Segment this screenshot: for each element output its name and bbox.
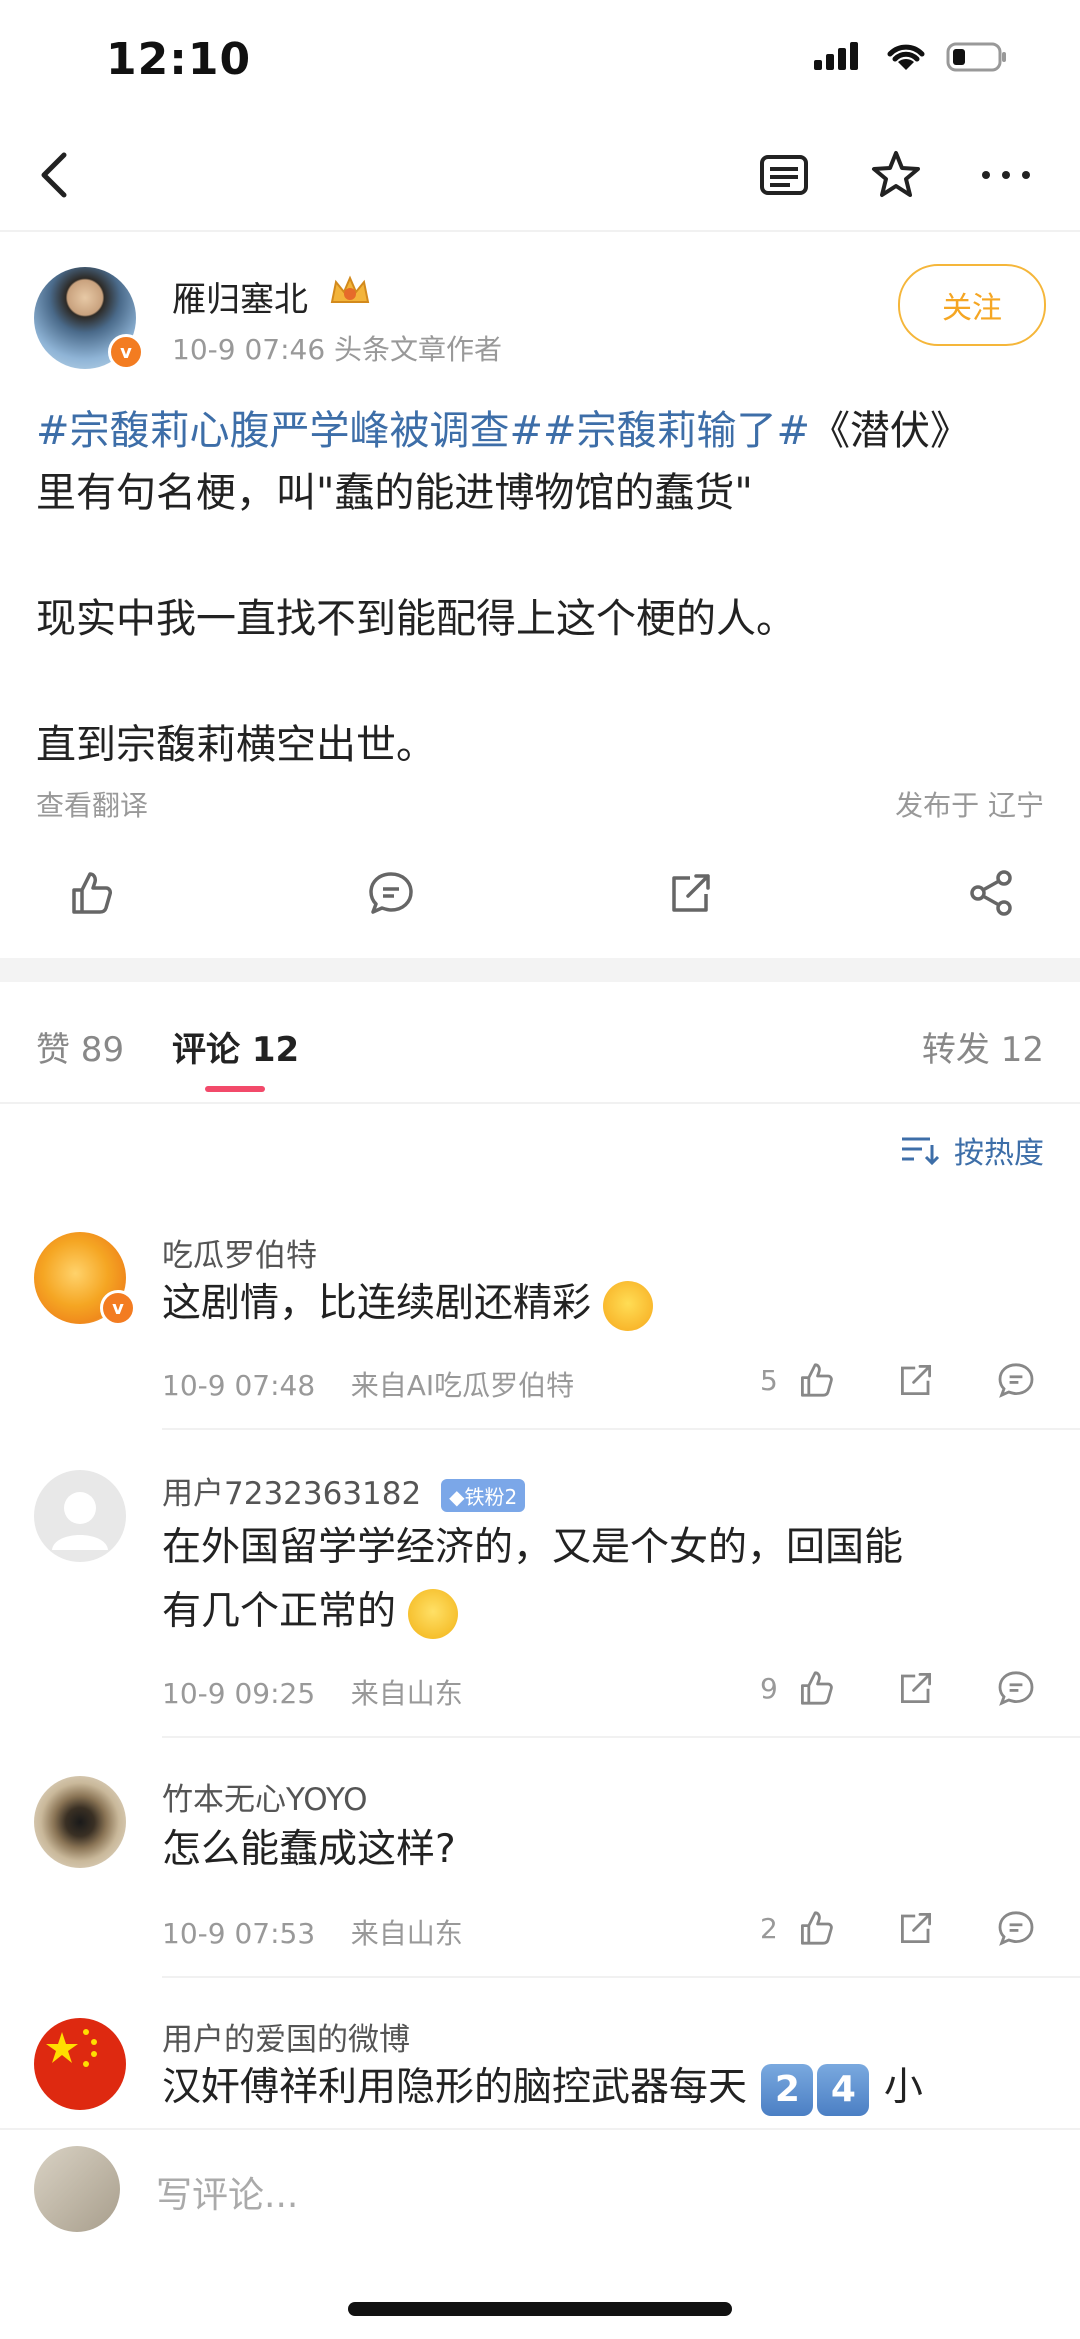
comment-avatar[interactable] (34, 2018, 126, 2110)
tab-comments-label: 评论 (172, 1030, 240, 1070)
comment-like-count: 5 (760, 1364, 778, 1397)
comment-text: 在外国留学学经济的，又是个女的，回国能 (162, 1525, 904, 1570)
author-name[interactable]: 雁归塞北 (172, 272, 308, 321)
like-icon[interactable] (66, 868, 116, 918)
comment-text-line2: 有几个正常的 (162, 1580, 1032, 1644)
comment-time: 10-9 07:48 (162, 1369, 316, 1402)
back-arrow-icon[interactable] (30, 145, 80, 205)
follow-button[interactable]: 关注 (898, 264, 1046, 346)
status-time: 12:10 (106, 34, 252, 85)
keycap-digit: 4 (817, 2063, 870, 2116)
post-body-para3: 直到宗馥莉横空出世。 (36, 722, 436, 768)
verified-badge-icon: v (108, 334, 144, 370)
smile-emoji-icon (408, 1588, 459, 1639)
comment-reply-icon[interactable] (996, 1908, 1036, 1948)
repost-icon[interactable] (666, 868, 716, 918)
verified-badge-icon: v (100, 1290, 136, 1326)
comment-repost-icon[interactable] (896, 1668, 936, 1708)
comment-repost-icon[interactable] (896, 1360, 936, 1400)
comment-text-content: 有几个正常的 (162, 1589, 397, 1634)
comment-username-row: 用户7232363182 ◆铁粉2 (162, 1468, 526, 1513)
hashtag-link[interactable]: #宗馥莉心腹严学峰被调查# (36, 408, 543, 454)
comment-like-count: 2 (760, 1912, 778, 1945)
yummy-emoji-icon (603, 1280, 654, 1331)
comment-like-icon[interactable] (796, 1360, 836, 1400)
my-avatar[interactable] (34, 2146, 120, 2232)
post-location: 发布于 辽宁 (895, 789, 1044, 822)
signal-icon (814, 42, 858, 70)
fan-level-badge: ◆铁粉2 (441, 1479, 526, 1512)
translate-link[interactable]: 查看翻译 (36, 784, 148, 824)
comment-avatar[interactable] (34, 1470, 126, 1562)
comment-like-count: 9 (760, 1672, 778, 1705)
flag-star-icon (46, 2029, 97, 2067)
default-avatar-icon (52, 1492, 108, 1550)
comment-input[interactable]: 写评论... (156, 2166, 298, 2218)
comment-avatar[interactable] (34, 1776, 126, 1868)
comment-text-content: 汉奸傅祥利用隐形的脑控武器每天 (162, 2065, 748, 2110)
tab-likes[interactable]: 赞 89 (36, 1022, 124, 1071)
more-menu-icon[interactable] (976, 145, 1036, 205)
comment-meta: 10-9 07:48 来自AI吃瓜罗伯特 (162, 1364, 574, 1404)
wifi-icon (887, 44, 925, 70)
comment-time: 10-9 07:53 (162, 1917, 316, 1950)
comment-like-icon[interactable] (796, 1908, 836, 1948)
comment-divider (162, 1976, 1080, 1978)
reader-mode-icon[interactable] (754, 145, 814, 205)
comment-meta: 10-9 07:53 来自山东 (162, 1912, 463, 1952)
comment-username[interactable]: 用户7232363182 (162, 1476, 421, 1512)
comment-reply-icon[interactable] (996, 1668, 1036, 1708)
comment-source: 来自山东 (350, 1677, 463, 1710)
comment-source: 来自AI吃瓜罗伯特 (350, 1369, 575, 1402)
comment-like-icon[interactable] (796, 1668, 836, 1708)
sort-label: 按热度 (954, 1136, 1044, 1171)
comment-reply-icon[interactable] (996, 1360, 1036, 1400)
tab-reposts[interactable]: 转发 12 (922, 1022, 1044, 1071)
post-body-line1: #宗馥莉心腹严学峰被调查##宗馥莉输了#《潜伏》 (36, 400, 1046, 462)
keycap-digit: 2 (761, 2063, 814, 2116)
comment-icon[interactable] (366, 868, 416, 918)
section-divider (0, 958, 1080, 982)
post-meta: 10-9 07:46 头条文章作者 (172, 333, 503, 366)
comment-username[interactable]: 用户的爱国的微博 (162, 2014, 410, 2059)
star-favorite-icon[interactable] (866, 145, 926, 205)
comment-time: 10-9 09:25 (162, 1677, 316, 1710)
sort-icon (902, 1137, 940, 1166)
comment-repost-icon[interactable] (896, 1908, 936, 1948)
tab-comments-count: 12 (251, 1030, 300, 1070)
comment-username[interactable]: 吃瓜罗伯特 (162, 1230, 317, 1275)
comment-text: 怎么能蠢成这样? (162, 1827, 456, 1872)
comment-text: 这剧情，比连续剧还精彩 (162, 1272, 1032, 1336)
comment-username[interactable]: 竹本无心YOYO (162, 1774, 368, 1819)
share-icon[interactable] (966, 868, 1016, 918)
post-body-line2: 里有句名梗，叫"蠢的能进博物馆的蠢货" (36, 470, 753, 516)
comment-divider (162, 1736, 1080, 1738)
sort-by-popularity[interactable]: 按热度 (900, 1128, 1044, 1172)
tab-active-indicator (205, 1086, 265, 1092)
post-text-fragment: 《潜伏》 (810, 408, 971, 454)
comment-source: 来自山东 (350, 1917, 463, 1950)
fan-level-label: 铁粉2 (464, 1485, 518, 1509)
comment-meta: 10-9 09:25 来自山东 (162, 1672, 463, 1712)
battery-icon (946, 42, 1006, 72)
tab-comments[interactable]: 评论 12 (172, 1022, 299, 1071)
tab-bar (0, 982, 1080, 1104)
comment-text-content: 这剧情，比连续剧还精彩 (162, 1281, 592, 1326)
home-indicator[interactable] (348, 2302, 732, 2316)
comment-divider (162, 1428, 1080, 1430)
status-icons (814, 40, 1008, 74)
comment-text: 汉奸傅祥利用隐形的脑控武器每天 24 小 (162, 2056, 1032, 2120)
crown-badge-icon (330, 275, 370, 303)
comment-text-content: 小 (883, 2065, 923, 2110)
hashtag-link[interactable]: #宗馥莉输了# (543, 408, 810, 454)
post-body-para2: 现实中我一直找不到能配得上这个梗的人。 (36, 596, 796, 642)
